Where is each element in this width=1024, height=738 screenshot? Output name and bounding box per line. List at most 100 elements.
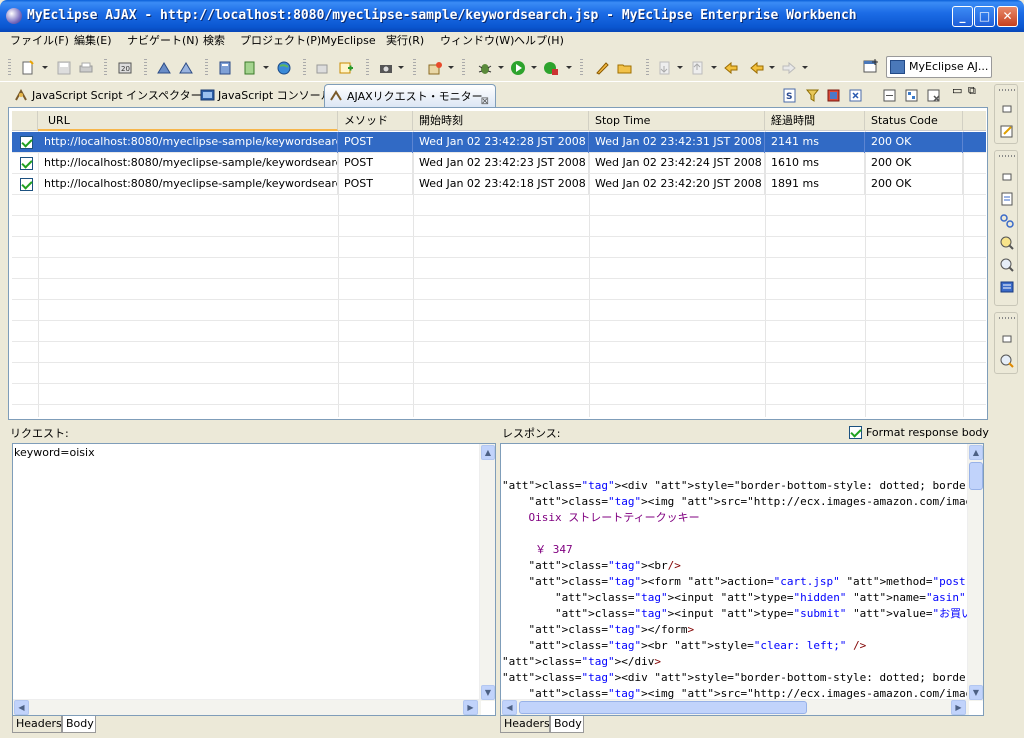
search-icon[interactable] (999, 353, 1015, 369)
profile-icon[interactable] (156, 60, 172, 76)
format-response-checkbox[interactable] (849, 426, 862, 439)
tab-javascript-console[interactable]: JavaScript コンソール (196, 84, 332, 107)
menu-help[interactable]: ヘルプ(H) (512, 33, 566, 49)
menu-file[interactable]: ファイル(F) (8, 33, 71, 49)
back-dropdown[interactable] (769, 66, 775, 69)
column-header-method[interactable]: メソッド (338, 111, 413, 131)
scroll-down-arrow[interactable]: ▼ (969, 685, 983, 700)
response-horizontal-thumb[interactable] (519, 701, 807, 714)
menu-navigate[interactable]: ナビゲート(N) (125, 33, 201, 49)
back-icon[interactable] (749, 60, 765, 76)
column-header-stop-time[interactable]: Stop Time (589, 111, 765, 131)
next-annotation-dropdown[interactable] (677, 66, 683, 69)
scroll-right-arrow[interactable]: ▶ (463, 700, 478, 715)
outline-icon[interactable] (999, 123, 1015, 139)
save-icon[interactable] (56, 60, 72, 76)
run-dropdown[interactable] (531, 66, 537, 69)
menu-project[interactable]: プロジェクト(P) (238, 33, 323, 49)
table-row[interactable]: http://localhost:8080/myeclipse-sample/k… (12, 174, 986, 195)
properties-icon[interactable] (999, 191, 1015, 207)
close-button[interactable]: ✕ (997, 6, 1018, 27)
request-body-text[interactable]: keyword=oisix (14, 446, 95, 459)
tab-ajax-request-monitor[interactable]: AJAXリクエスト・モニター ⊠ (324, 84, 496, 107)
camera-icon[interactable] (378, 60, 394, 76)
scroll-left-arrow[interactable]: ◀ (502, 700, 517, 715)
pen-icon[interactable] (594, 60, 610, 76)
run-icon[interactable] (510, 60, 526, 76)
expand-view-icon[interactable] (904, 88, 919, 103)
last-edit-icon[interactable] (723, 60, 739, 76)
scroll-right-arrow[interactable]: ▶ (951, 700, 966, 715)
request-tab-headers[interactable]: Headers (12, 716, 62, 733)
package-dropdown[interactable] (448, 66, 454, 69)
menu-run[interactable]: 実行(R) (384, 33, 426, 49)
response-tab-body[interactable]: Body (550, 716, 584, 733)
menu-edit[interactable]: 編集(E) (72, 33, 114, 49)
request-body-pane[interactable]: keyword=oisix ▲ ▼ ◀ ▶ (12, 443, 496, 716)
scroll-down-arrow[interactable]: ▼ (481, 685, 495, 700)
menu-window[interactable]: ウィンドウ(W) (438, 33, 516, 49)
scroll-up-arrow[interactable]: ▲ (969, 445, 983, 460)
scroll-up-arrow[interactable]: ▲ (481, 445, 495, 460)
menu-search[interactable]: 検索 (201, 33, 227, 49)
row-checkbox[interactable] (20, 178, 33, 191)
tab-javascript-inspector[interactable]: JavaScript Script インスペクター (10, 84, 202, 107)
dom-inspector-icon[interactable] (999, 213, 1015, 229)
refresh-view-icon[interactable] (826, 88, 841, 103)
filter-icon[interactable] (805, 88, 820, 103)
column-header-check[interactable] (12, 111, 38, 131)
restore-icon[interactable] (999, 331, 1015, 347)
column-header-status[interactable]: Status Code (865, 111, 963, 131)
request-tab-body[interactable]: Body (62, 716, 96, 733)
server-run-icon[interactable] (242, 60, 258, 76)
row-checkbox[interactable] (20, 157, 33, 170)
new-dropdown[interactable] (42, 66, 48, 69)
next-annotation-icon[interactable] (657, 60, 673, 76)
camera-dropdown[interactable] (398, 66, 404, 69)
response-vertical-thumb[interactable] (969, 462, 983, 490)
response-body-code[interactable]: "att">class="tag"><div "att">style="bord… (502, 478, 983, 702)
script-icon[interactable]: S (782, 88, 797, 103)
restore-icon[interactable] (999, 169, 1015, 185)
search-results-icon[interactable] (999, 235, 1015, 251)
remove-all-icon[interactable] (926, 88, 941, 103)
perspective-switcher[interactable]: MyEclipse AJ... (886, 56, 992, 78)
clear-view-icon[interactable] (848, 88, 863, 103)
server-icon[interactable] (217, 60, 233, 76)
restore-icon[interactable] (999, 101, 1015, 117)
menu-myeclipse[interactable]: MyEclipse (319, 33, 378, 49)
wizard-icon[interactable] (314, 60, 330, 76)
request-vertical-scrollbar[interactable]: ▲ ▼ (479, 444, 495, 701)
external-tools-dropdown[interactable] (566, 66, 572, 69)
response-horizontal-scrollbar[interactable]: ◀ ▶ (501, 699, 969, 715)
column-header-start-time[interactable]: 開始時刻 (413, 111, 589, 131)
tasks-icon[interactable] (999, 279, 1015, 295)
scroll-left-arrow[interactable]: ◀ (14, 700, 29, 715)
add-icon[interactable] (337, 60, 353, 76)
forward-dropdown[interactable] (802, 66, 808, 69)
row-checkbox[interactable] (20, 136, 33, 149)
tab-close-icon[interactable]: ⊠ (481, 90, 489, 113)
column-header-url[interactable]: URL (38, 111, 338, 131)
forward-icon[interactable] (781, 60, 797, 76)
prev-annotation-icon[interactable] (690, 60, 706, 76)
profile-alt-icon[interactable] (178, 60, 194, 76)
table-row[interactable]: http://localhost:8080/myeclipse-sample/k… (12, 132, 986, 153)
server-dropdown[interactable] (263, 66, 269, 69)
open-perspective-icon[interactable] (862, 58, 880, 76)
deploy-icon[interactable]: 20 (117, 60, 133, 76)
new-icon[interactable] (20, 60, 36, 76)
package-icon[interactable] (427, 60, 443, 76)
table-row[interactable]: http://localhost:8080/myeclipse-sample/k… (12, 153, 986, 174)
open-folder-icon[interactable] (617, 60, 633, 76)
column-header-elapsed[interactable]: 経過時間 (765, 111, 865, 131)
maximize-button[interactable]: □ (974, 6, 995, 27)
minimize-button[interactable]: _ (952, 6, 973, 27)
format-response-label[interactable]: Format response body (866, 426, 989, 439)
debug-icon[interactable] (477, 60, 493, 76)
maximize-view-icon[interactable]: ⧉ (968, 84, 983, 99)
prev-annotation-dropdown[interactable] (711, 66, 717, 69)
external-tools-icon[interactable] (543, 60, 559, 76)
globe-icon[interactable] (276, 60, 292, 76)
request-horizontal-scrollbar[interactable]: ◀ ▶ (13, 699, 481, 715)
